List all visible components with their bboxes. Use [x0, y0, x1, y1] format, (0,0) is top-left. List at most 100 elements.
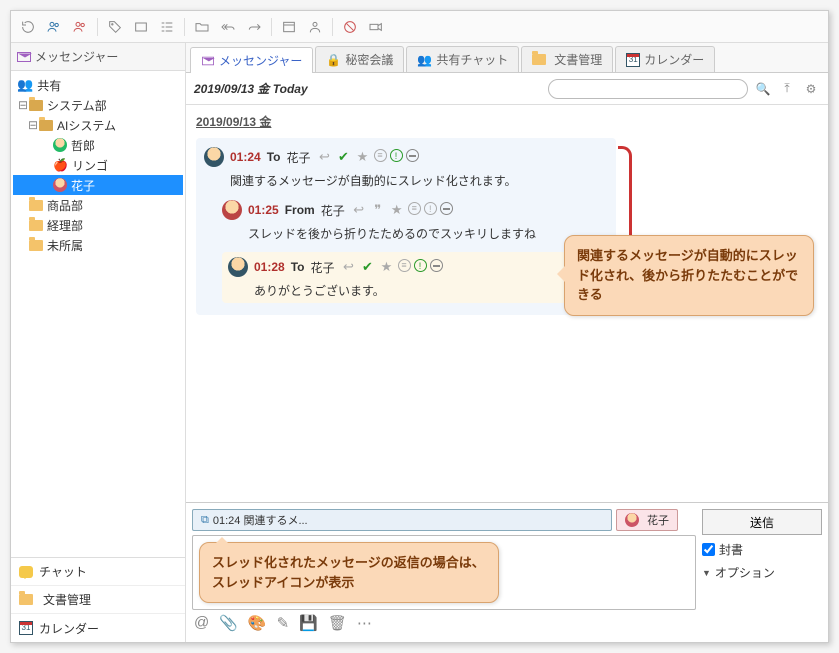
folder-icon	[29, 200, 43, 211]
search-input[interactable]	[548, 79, 748, 99]
message-peer: 花子	[286, 149, 310, 166]
trash-icon[interactable]: 🗑	[328, 614, 347, 632]
collapse-icon[interactable]	[406, 149, 419, 162]
sealed-option[interactable]: 封書	[702, 541, 822, 558]
tree-share[interactable]: 👥 共有	[13, 75, 183, 95]
person-icon[interactable]	[304, 16, 326, 38]
tree-user-hanako[interactable]: 花子	[13, 175, 183, 195]
message-item: 01:25 From 花子 ↩ ❞ ★	[222, 199, 608, 242]
check-icon[interactable]: ✔	[336, 149, 352, 165]
reply-icon[interactable]: ↩	[341, 259, 357, 275]
folder-icon	[29, 220, 43, 231]
separator	[97, 18, 98, 36]
mention-icon[interactable]: @	[194, 614, 209, 632]
annotation-callout: 関連するメッセージが自動的にスレッド化され、後から折りたたむことができる	[564, 235, 814, 316]
message-actions: ↩ ✔ ★	[341, 259, 443, 275]
reply-icon[interactable]: ↩	[351, 202, 367, 218]
tree: 👥 共有 ⊟ システム部 ⊟ AIシステム 哲郎	[11, 71, 185, 557]
compose-thread-tab[interactable]: ⧉ 01:24 関連するメ...	[192, 509, 612, 531]
palette-icon[interactable]: 🎨	[248, 614, 267, 632]
nav-calendar[interactable]: 31 カレンダー	[11, 614, 185, 642]
list-icon[interactable]	[156, 16, 178, 38]
tree-system[interactable]: ⊟ システム部	[13, 95, 183, 115]
block-icon[interactable]	[339, 16, 361, 38]
tree-aisystem[interactable]: ⊟ AIシステム	[13, 115, 183, 135]
day-header: 2019/09/13 金	[196, 113, 818, 130]
tab-shared[interactable]: 👥 共有チャット	[406, 46, 519, 72]
alert-icon[interactable]	[424, 202, 437, 215]
message-body: 関連するメッセージが自動的にスレッド化されます。	[204, 168, 608, 189]
compose-user-tab[interactable]: 花子	[616, 509, 678, 531]
reply-all-icon[interactable]	[217, 16, 239, 38]
collapse-icon[interactable]	[440, 202, 453, 215]
alert-icon[interactable]	[390, 149, 403, 162]
compose-input[interactable]: スレッド化されたメッセージの返信の場合は、スレッドアイコンが表示	[192, 535, 696, 610]
avatar-icon	[222, 200, 242, 220]
refresh-icon[interactable]	[17, 16, 39, 38]
more-icon[interactable]: ⋯	[357, 614, 372, 632]
edit-icon[interactable]: ✎	[277, 614, 290, 632]
folder-icon	[532, 54, 546, 65]
message-direction: To	[291, 260, 305, 274]
quote-icon[interactable]: ❞	[370, 202, 386, 218]
tree-mishozoku[interactable]: 未所属	[13, 235, 183, 255]
scroll-top-icon[interactable]: ⤒	[778, 80, 796, 98]
avatar-icon	[625, 513, 639, 527]
message-thread: 01:24 To 花子 ↩ ✔ ★	[196, 138, 616, 315]
compose-context-tabs: ⧉ 01:24 関連するメ... 花子	[192, 509, 696, 531]
tree-user-tetsuro[interactable]: 哲郎	[13, 135, 183, 155]
separator	[184, 18, 185, 36]
expand-icon[interactable]: ⊟	[17, 98, 29, 113]
window-icon[interactable]	[278, 16, 300, 38]
send-button[interactable]: 送信	[702, 509, 822, 535]
star-icon[interactable]: ★	[389, 202, 405, 218]
users-red-icon[interactable]	[69, 16, 91, 38]
folder-open-icon[interactable]	[191, 16, 213, 38]
camera-icon[interactable]	[365, 16, 387, 38]
star-icon[interactable]: ★	[379, 259, 395, 275]
menu-icon[interactable]	[408, 202, 421, 215]
tag-icon[interactable]	[104, 16, 126, 38]
folder-icon	[19, 594, 33, 605]
check-icon[interactable]: ✔	[360, 259, 376, 275]
apple-icon: 🍎	[53, 158, 68, 172]
tab-messenger[interactable]: メッセンジャー	[190, 47, 313, 73]
menu-icon[interactable]	[374, 149, 387, 162]
forward-icon[interactable]	[243, 16, 265, 38]
expand-icon[interactable]: ⊟	[27, 118, 39, 133]
compose-toolbar: @ 📎 🎨 ✎ 💾 🗑 ⋯	[192, 610, 696, 636]
tree-shohin[interactable]: 商品部	[13, 195, 183, 215]
nav-docs[interactable]: 文書管理	[11, 586, 185, 614]
collapse-icon[interactable]	[430, 259, 443, 272]
message-peer: 花子	[321, 202, 345, 219]
avatar-icon	[204, 147, 224, 167]
reply-icon[interactable]: ↩	[317, 149, 333, 165]
message-time: 01:28	[254, 260, 285, 274]
star-icon[interactable]: ★	[355, 149, 371, 165]
message-item: 01:24 To 花子 ↩ ✔ ★	[204, 146, 608, 189]
search-icon[interactable]: 🔍	[754, 80, 772, 98]
sidebar-nav: チャット 文書管理 31 カレンダー	[11, 557, 185, 642]
nav-chat[interactable]: チャット	[11, 558, 185, 586]
separator	[332, 18, 333, 36]
tab-calendar[interactable]: 31 カレンダー	[615, 46, 715, 72]
gear-icon[interactable]: ⚙	[802, 80, 820, 98]
message-actions: ↩ ❞ ★	[351, 202, 453, 218]
top-tabs: メッセンジャー 🔒 秘密会議 👥 共有チャット 文書管理 31 カレンダー	[186, 43, 828, 73]
mail-icon	[202, 56, 214, 65]
attach-icon[interactable]: 📎	[219, 614, 238, 632]
save-icon[interactable]: 💾	[299, 614, 318, 632]
avatar-icon	[53, 138, 67, 152]
tree-keiri[interactable]: 経理部	[13, 215, 183, 235]
tab-docs[interactable]: 文書管理	[521, 46, 613, 72]
compose-area: ⧉ 01:24 関連するメ... 花子 スレッド化されたメッセージの返信の場合は…	[186, 502, 828, 642]
alert-icon[interactable]	[414, 259, 427, 272]
menu-icon[interactable]	[398, 259, 411, 272]
tab-secret[interactable]: 🔒 秘密会議	[315, 46, 404, 72]
sealed-checkbox[interactable]	[702, 543, 715, 556]
rect-icon[interactable]	[130, 16, 152, 38]
users-blue-icon[interactable]	[43, 16, 65, 38]
options-toggle[interactable]: ▼ オプション	[702, 564, 822, 581]
tree-user-ringo[interactable]: 🍎 リンゴ	[13, 155, 183, 175]
sidebar-title: メッセンジャー	[35, 48, 118, 65]
